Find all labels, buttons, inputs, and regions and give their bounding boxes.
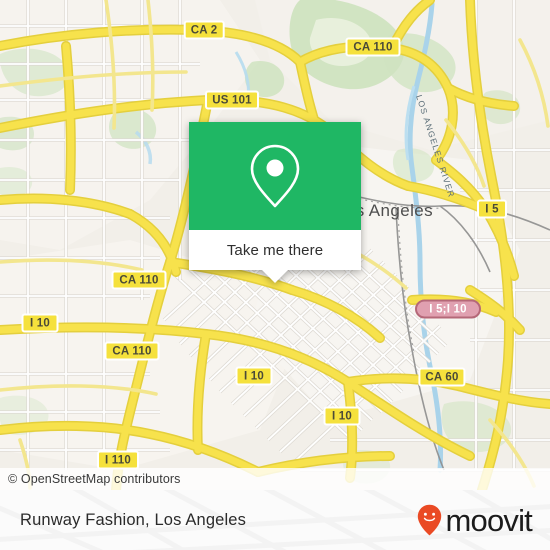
highway-shield-label: I 5	[485, 203, 499, 215]
highway-shield-label: CA 2	[190, 24, 218, 36]
highway-shield: I 110	[97, 450, 139, 470]
highway-shield: US 101	[205, 90, 259, 110]
highway-shield: I 10	[235, 366, 273, 386]
highway-shield: CA 110	[111, 270, 167, 290]
highway-shield-label: CA 110	[119, 274, 159, 286]
highway-shield-label: I 10	[30, 317, 50, 329]
map-canvas[interactable]: Los Angeles LOS ANGELES RIVER CA 2 CA 110…	[0, 0, 550, 490]
footer-bar: Runway Fashion, Los Angeles moovit	[0, 490, 550, 550]
highway-shield: CA 110	[345, 37, 401, 57]
highway-shield: I 5	[477, 199, 507, 219]
place-name-label: Runway Fashion, Los Angeles	[20, 510, 247, 529]
highway-shield: CA 110	[104, 341, 160, 361]
highway-shield: CA 60	[418, 367, 466, 387]
attribution-text: © OpenStreetMap contributors	[8, 472, 181, 486]
popup-action-row[interactable]: Take me there	[189, 230, 361, 270]
moovit-brand: moovit	[417, 504, 550, 536]
highway-shield: CA 2	[183, 20, 225, 40]
popup-header	[189, 122, 361, 230]
highway-shield-label: I 10	[332, 410, 352, 422]
moovit-wordmark: moovit	[445, 502, 532, 538]
highway-shield-label: I 10	[244, 370, 264, 382]
highway-shield-label: I 5;I 10	[429, 303, 467, 315]
popup-pointer-tail	[262, 270, 288, 283]
highway-shield-label: US 101	[212, 94, 252, 106]
highway-shield-label: CA 60	[425, 371, 459, 383]
highway-shield: I 5;I 10	[415, 299, 481, 319]
osm-attribution-bar: © OpenStreetMap contributors	[0, 468, 550, 490]
highway-shield-label: CA 110	[112, 345, 152, 357]
take-me-there-label: Take me there	[226, 241, 324, 259]
highway-shield-label: CA 110	[353, 41, 393, 53]
highway-shield: I 10	[323, 406, 361, 426]
map-screenshot: Los Angeles LOS ANGELES RIVER CA 2 CA 110…	[0, 0, 550, 550]
location-popup-card[interactable]: Take me there	[189, 122, 361, 283]
highway-shield-label: I 110	[105, 454, 131, 466]
location-pin-icon	[250, 144, 300, 208]
moovit-smile-pin-icon	[417, 504, 442, 536]
highway-shield: I 10	[21, 313, 59, 333]
